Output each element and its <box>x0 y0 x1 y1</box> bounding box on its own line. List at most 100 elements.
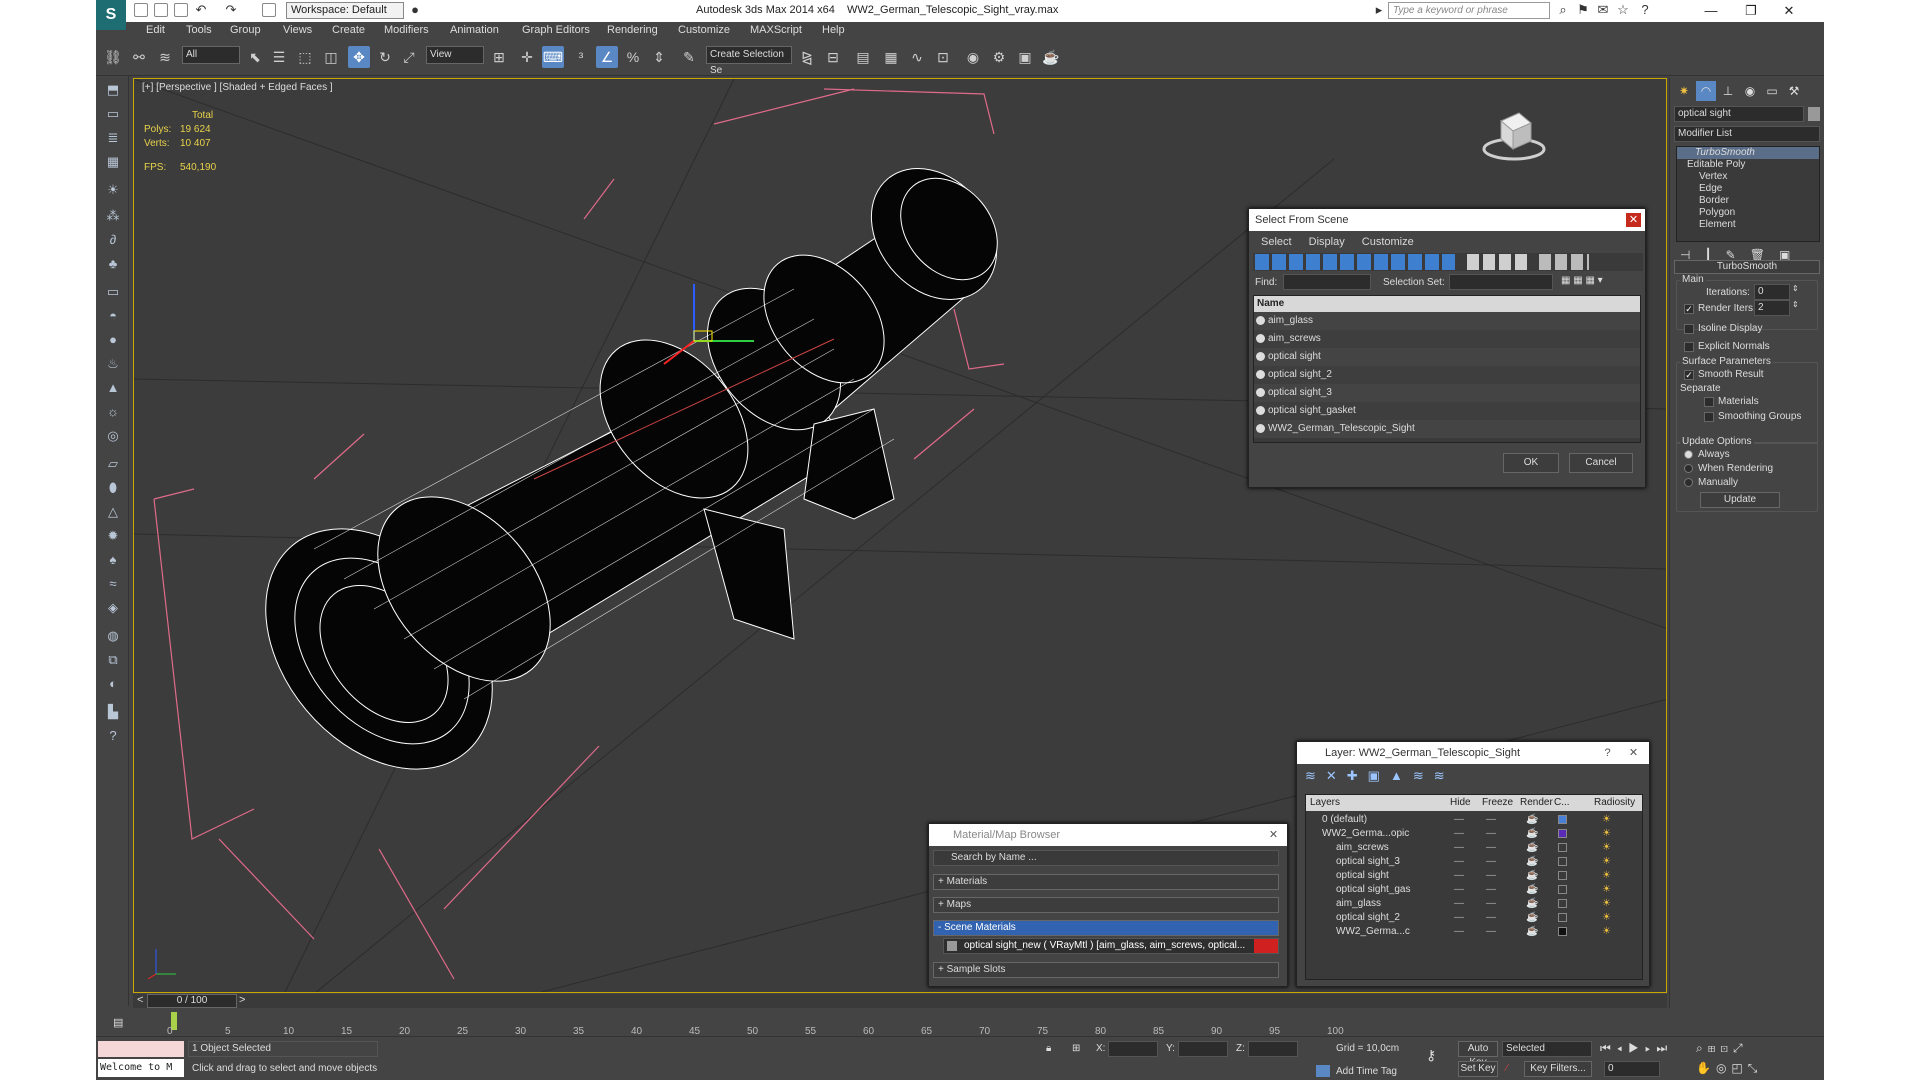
current-frame-field[interactable]: 0 <box>1604 1061 1660 1077</box>
radiosity-icon[interactable]: ☀ <box>1602 855 1611 869</box>
pyramid-icon[interactable]: △ <box>103 502 123 522</box>
render-sphere-icon[interactable]: ◐ <box>103 674 123 694</box>
render-toggle-icon[interactable]: ☕ <box>1526 813 1538 827</box>
radiosity-icon[interactable]: ☀ <box>1602 911 1611 925</box>
lock-icon[interactable]: 🔒︎ <box>1046 1043 1051 1054</box>
sample-slots-section[interactable]: + Sample Slots <box>933 962 1279 978</box>
stack-vertex[interactable]: Vertex <box>1677 171 1819 183</box>
stack-edge[interactable]: Edge <box>1677 183 1819 195</box>
freeze-toggle-icon[interactable]: — <box>1486 813 1496 827</box>
game-controller-icon[interactable]: ♣ <box>103 254 123 274</box>
selection-set-dropdown[interactable] <box>1449 274 1553 290</box>
help-icon[interactable]: ? <box>1638 3 1652 17</box>
project-folder-icon[interactable] <box>262 3 276 17</box>
freeze-toggle-icon[interactable]: — <box>1486 869 1496 883</box>
select-by-name-icon[interactable]: ☰ <box>268 46 290 68</box>
render-toggle-icon[interactable]: ☕ <box>1526 869 1538 883</box>
select-dialog-menu-customize[interactable]: Customize <box>1362 236 1414 248</box>
iterations-spinner-arrows[interactable]: ⇕ <box>1792 284 1799 293</box>
hair-icon[interactable]: ≈ <box>103 574 123 594</box>
select-and-scale-icon[interactable]: ⤢ <box>398 46 420 68</box>
find-input[interactable] <box>1283 274 1371 290</box>
communication-icon[interactable]: ✉ <box>1596 3 1610 17</box>
material-editor-icon[interactable]: ◉ <box>962 46 984 68</box>
object-color-swatch[interactable] <box>1808 107 1820 121</box>
stack-polygon[interactable]: Polygon <box>1677 207 1819 219</box>
time-slider-thumb[interactable]: 0 / 100 <box>147 994 237 1008</box>
viewcube[interactable] <box>1479 99 1549 169</box>
sort-filter-icons[interactable] <box>1539 254 1589 270</box>
layer-color-swatch[interactable] <box>1558 899 1567 908</box>
render-toggle-icon[interactable]: ☕ <box>1526 883 1538 897</box>
globe-icon[interactable]: ◍ <box>103 626 123 646</box>
object-name-input[interactable]: optical sight <box>1674 106 1804 122</box>
layer-color-swatch[interactable] <box>1558 857 1567 866</box>
viewport-navigation-icons[interactable]: ⌕⊞⊡⤢ <box>1696 1041 1748 1056</box>
hide-toggle-icon[interactable]: — <box>1454 883 1464 897</box>
utilities-tab-icon[interactable]: ⚒ <box>1784 81 1804 101</box>
smooth-result-checkbox[interactable]: ✓ <box>1684 370 1694 380</box>
radiosity-icon[interactable]: ☀ <box>1602 925 1611 939</box>
layer-row[interactable]: WW2_Germa...opic — — ☕ ☀ <box>1306 827 1642 841</box>
stack-border[interactable]: Border <box>1677 195 1819 207</box>
render-toggle-icon[interactable]: ☕ <box>1526 827 1538 841</box>
maps-section[interactable]: + Maps <box>933 897 1279 913</box>
favorites-star-icon[interactable]: ☆ <box>1616 3 1630 17</box>
spinner-snap-icon[interactable]: ⇕ <box>648 46 670 68</box>
render-iters-checkbox[interactable]: ✓ <box>1684 304 1694 314</box>
grid-icon[interactable]: ▦ <box>103 152 123 172</box>
reference-coordinate-dropdown[interactable]: View <box>426 46 484 64</box>
iterations-spinner[interactable]: 0 <box>1754 284 1790 300</box>
xref-icon[interactable]: ◈ <box>103 598 123 618</box>
scene-list-icon[interactable]: ≣ <box>103 128 123 148</box>
render-toggle-icon[interactable]: ☕ <box>1526 897 1538 911</box>
time-tag-icon[interactable] <box>1316 1065 1330 1077</box>
smoothing-groups-checkbox[interactable] <box>1704 412 1714 422</box>
y-coordinate-field[interactable] <box>1178 1041 1228 1057</box>
materials-section[interactable]: + Materials <box>933 874 1279 890</box>
torus-icon[interactable]: ◎ <box>103 426 123 446</box>
layer-dialog-help-button[interactable]: ? <box>1600 746 1615 760</box>
menu-views[interactable]: Views <box>283 24 312 36</box>
bind-space-warp-icon[interactable]: ≋ <box>154 46 176 68</box>
help-search-input[interactable]: Type a keyword or phrase <box>1388 2 1550 19</box>
hide-toggle-icon[interactable]: — <box>1454 911 1464 925</box>
object-type-filter-icons[interactable] <box>1255 254 1455 270</box>
radiosity-icon[interactable]: ☀ <box>1602 813 1611 827</box>
separate-materials-checkbox[interactable] <box>1704 397 1714 407</box>
when-rendering-radio[interactable] <box>1684 464 1693 473</box>
curve-editor-icon[interactable]: ∿ <box>906 46 928 68</box>
subscription-icon[interactable]: ⚑ <box>1576 3 1590 17</box>
layer-color-swatch[interactable] <box>1558 885 1567 894</box>
menu-help[interactable]: Help <box>822 24 845 36</box>
isoline-checkbox[interactable] <box>1684 324 1694 334</box>
col-layers[interactable]: Layers <box>1310 795 1340 811</box>
open-file-icon[interactable] <box>154 3 168 17</box>
render-toggle-icon[interactable]: ☕ <box>1526 841 1538 855</box>
render-iters-spinner-arrows[interactable]: ⇕ <box>1792 300 1799 309</box>
always-radio[interactable] <box>1684 450 1693 459</box>
menu-animation[interactable]: Animation <box>450 24 499 36</box>
stack-element[interactable]: Element <box>1677 219 1819 231</box>
auto-key-button[interactable]: Auto Key <box>1458 1041 1498 1068</box>
stack-turbosmooth[interactable]: TurboSmooth <box>1677 147 1819 159</box>
binoculars-icon[interactable]: ⌕ <box>1556 3 1570 17</box>
modifier-list-dropdown[interactable]: Modifier List <box>1674 126 1820 142</box>
freeze-toggle-icon[interactable]: — <box>1486 855 1496 869</box>
scene-object-row[interactable]: optical sight <box>1254 348 1640 366</box>
plane-icon[interactable]: ▱ <box>103 454 123 474</box>
foliage-icon[interactable]: ♠ <box>103 550 123 570</box>
hide-toggle-icon[interactable]: — <box>1454 855 1464 869</box>
modify-tab-icon[interactable]: ◠ <box>1696 81 1716 101</box>
maxscript-input[interactable]: Welcome to M <box>98 1059 184 1077</box>
rendered-frame-window-icon[interactable]: ▣ <box>1014 46 1036 68</box>
gear-icon[interactable]: ✹ <box>103 526 123 546</box>
render-iters-spinner[interactable]: 2 <box>1754 300 1790 316</box>
cancel-button[interactable]: Cancel <box>1569 453 1633 473</box>
teapot-icon[interactable]: ♨ <box>103 354 123 374</box>
menu-customize[interactable]: Customize <box>678 24 730 36</box>
scene-object-row[interactable]: optical sight_gasket <box>1254 402 1640 420</box>
layer-row[interactable]: 0 (default) — — ☕ ☀ <box>1306 813 1642 827</box>
playback-controls-icons[interactable]: ⏮◂▶▸⏭ <box>1600 1041 1673 1056</box>
workspace-dropdown[interactable]: Workspace: Default <box>286 2 404 19</box>
